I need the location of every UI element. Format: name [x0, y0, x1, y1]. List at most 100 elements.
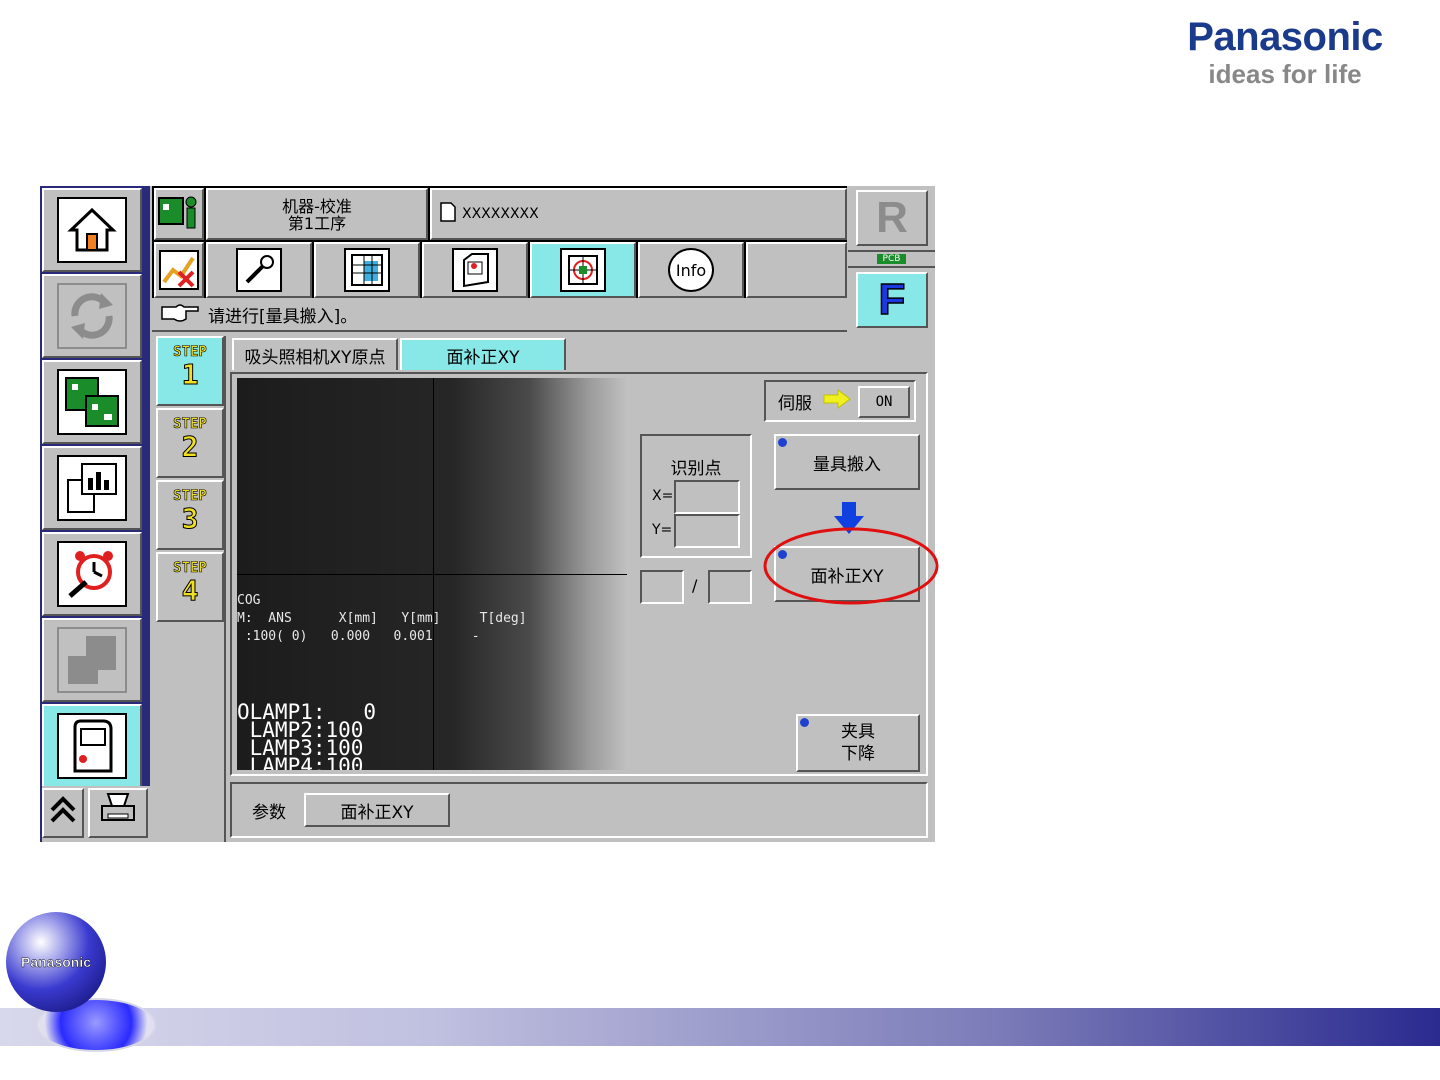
tool-empty-button [746, 242, 847, 298]
front-label: F [878, 274, 906, 325]
tool-grid-button[interactable] [314, 242, 420, 298]
gauge-in-button[interactable]: 量具搬入 [774, 434, 920, 490]
x-value-field [674, 480, 740, 514]
counter-separator: / [692, 576, 698, 595]
nav-report-button[interactable] [42, 446, 142, 530]
result-header: M: ANS X[mm] Y[mm] T[deg] [237, 611, 527, 626]
wrench-icon [236, 248, 282, 292]
brand-logo: Panasonic ideas for life [1140, 14, 1430, 94]
x-label: X= [652, 488, 674, 504]
machine-title: 机器-校准 第1工序 [206, 188, 428, 240]
file-info[interactable]: XXXXXXXX [430, 188, 847, 240]
home-icon [57, 197, 127, 263]
machine-title-line2: 第1工序 [287, 214, 347, 233]
clamp-line1: 夹具 [841, 722, 875, 742]
tab-nozzle-camera-origin-label: 吸头照相机XY原点 [244, 347, 386, 368]
board-operator-icon [157, 192, 201, 236]
camera-calibration-icon [560, 248, 606, 292]
nav-cycle-button[interactable] [42, 274, 142, 358]
nav-machine-button[interactable] [42, 704, 142, 788]
print-button[interactable] [88, 788, 148, 838]
recognition-title: 识别点 [670, 459, 722, 479]
step-1-number: 1 [181, 358, 199, 391]
camera-view: COG M: ANS X[mm] Y[mm] T[deg] :100( 0) 0… [237, 378, 627, 770]
parameter-value-button[interactable]: 面补正XY [304, 793, 450, 827]
machine-title-line1: 机器-校准 [282, 197, 352, 216]
grid-table-icon [344, 248, 390, 292]
pointing-hand-icon [160, 301, 200, 328]
servo-status: 伺服 ON [764, 380, 916, 422]
machine-screen: 机器-校准 第1工序 XXXXXXXX Info 请进行[量具搬入]。 R PC… [40, 186, 935, 842]
counter-current [640, 570, 684, 604]
rear-label: R [876, 193, 908, 242]
tool-unit-button[interactable] [422, 242, 528, 298]
nav-boards-button[interactable] [42, 360, 142, 444]
scroll-up-button[interactable] [42, 788, 84, 838]
y-value-field [674, 514, 740, 548]
gauge-in-label: 量具搬入 [813, 454, 881, 475]
pcb-indicator: PCB [848, 250, 935, 268]
tool-maintenance-button[interactable] [206, 242, 312, 298]
nav-blocks-button[interactable] [42, 618, 142, 702]
parameter-panel: 参数 面补正XY [230, 782, 928, 838]
parameter-label: 参数 [252, 802, 286, 823]
tab-nozzle-camera-origin[interactable]: 吸头照相机XY原点 [232, 338, 398, 370]
nav-alarm-button[interactable] [42, 532, 142, 616]
step-list: STEP 1 STEP 2 STEP 3 STEP 4 [154, 336, 226, 842]
info-icon: Info [668, 248, 714, 292]
nav-home-button[interactable] [42, 188, 142, 272]
y-label: Y= [652, 522, 673, 538]
info-icon-label: Info [675, 260, 707, 280]
alarm-wrench-icon [57, 541, 127, 607]
step-4-button[interactable]: STEP 4 [156, 552, 224, 622]
circuit-boards-icon [57, 369, 127, 435]
tab-surface-correction-label: 面补正XY [446, 347, 520, 368]
operator-status[interactable] [154, 188, 204, 240]
front-button[interactable]: F [856, 272, 928, 328]
step-2-button[interactable]: STEP 2 [156, 408, 224, 478]
rear-button[interactable]: R [856, 190, 928, 246]
recognition-box: 识别点 X= Y= [640, 434, 752, 558]
bottom-nav [42, 786, 150, 842]
cog-label: COG [237, 593, 261, 608]
tool-info-button[interactable]: Info [638, 242, 744, 298]
document-icon [440, 202, 456, 226]
unit-front-icon [452, 248, 498, 292]
servo-value[interactable]: ON [858, 386, 910, 418]
step-3-button[interactable]: STEP 3 [156, 480, 224, 550]
lamp-4: LAMP4:100 [237, 754, 364, 771]
trend-error-icon [159, 250, 199, 290]
machine-icon [57, 713, 127, 779]
file-name: XXXXXXXX [462, 206, 539, 222]
counter-total [708, 570, 752, 604]
printer-icon [98, 792, 138, 834]
step-1-button[interactable]: STEP 1 [156, 336, 224, 406]
crosshair-horizontal [237, 574, 627, 575]
lock-indicator-icon [800, 718, 809, 727]
step-3-number: 3 [181, 502, 199, 535]
tool-calibration-button[interactable] [530, 242, 636, 298]
report-chart-icon [57, 455, 127, 521]
right-arrow-icon [822, 388, 852, 414]
globe-label: Panasonic [20, 954, 92, 970]
step-2-number: 2 [181, 430, 199, 463]
blocks-icon [57, 627, 127, 693]
clamp-down-button[interactable]: 夹具 下降 [796, 714, 920, 772]
pcb-indicator-label: PCB [876, 254, 907, 264]
result-values: :100( 0) 0.000 0.001 - [237, 629, 480, 644]
double-chevron-up-icon [48, 794, 78, 832]
message-text: 请进行[量具搬入]。 [208, 306, 358, 327]
header-area: 机器-校准 第1工序 XXXXXXXX Info [152, 186, 847, 298]
tab-surface-correction[interactable]: 面补正XY [400, 338, 566, 370]
message-bar: 请进行[量具搬入]。 [152, 298, 847, 332]
brand-name: Panasonic [1187, 15, 1383, 59]
cycle-icon [57, 283, 127, 349]
rf-panel: R PCB F [848, 186, 935, 332]
highlight-circle [763, 527, 939, 605]
panasonic-globe-logo: Panasonic [6, 912, 106, 1012]
servo-label: 伺服 [778, 393, 812, 414]
error-chart-button[interactable] [154, 242, 204, 298]
left-nav [40, 186, 150, 842]
lock-indicator-icon [778, 438, 787, 447]
step-4-number: 4 [181, 574, 199, 607]
